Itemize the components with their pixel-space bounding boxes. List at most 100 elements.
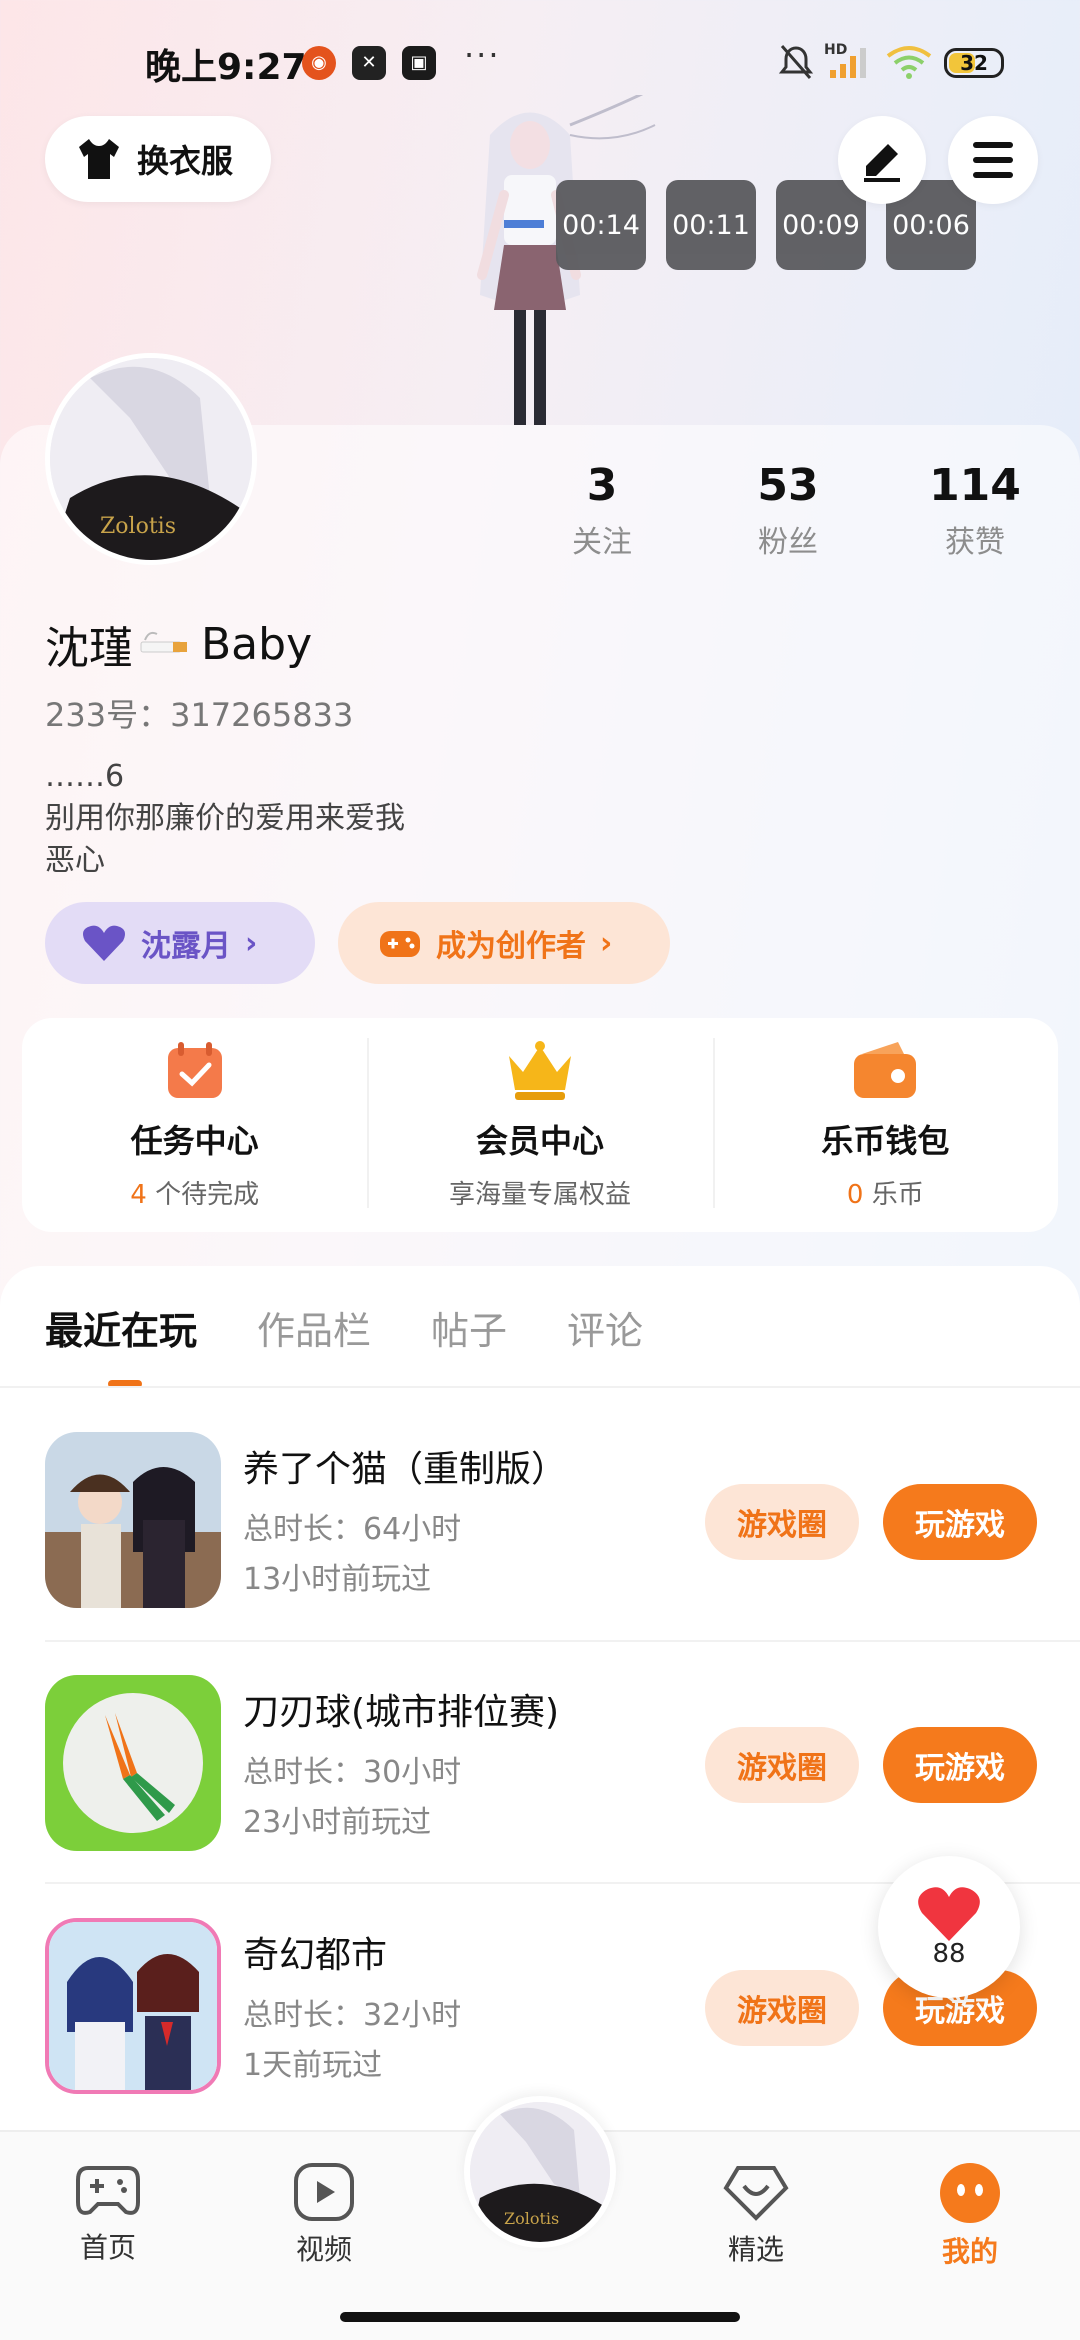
heart-icon xyxy=(918,1887,980,1941)
nav-home[interactable]: 首页 xyxy=(48,2162,168,2266)
game-title: 养了个猫（重制版） xyxy=(243,1449,568,1490)
game-last-played: 1天前玩过 xyxy=(243,2048,383,2083)
username-suffix: Baby xyxy=(201,618,313,670)
gamepad-icon xyxy=(380,931,420,957)
coin-balance: 0 xyxy=(846,1180,864,1210)
wifi-icon xyxy=(886,46,932,79)
battery-indicator: 32 xyxy=(944,48,1004,78)
nav-video[interactable]: 视频 xyxy=(264,2162,384,2268)
game-row[interactable]: 刀刃球(城市排位赛) 总时长：30小时 23小时前玩过 游戏圈 玩游戏 xyxy=(45,1675,1037,1855)
menu-button[interactable] xyxy=(948,116,1038,204)
pending-count: 4 xyxy=(130,1180,147,1210)
become-creator-label: 成为创作者 xyxy=(436,929,586,964)
quick-sub: 乐币 xyxy=(871,1180,924,1210)
status-time: 晚上9:27 xyxy=(145,47,307,88)
quick-title: 会员中心 xyxy=(475,1122,604,1160)
quick-title: 乐币钱包 xyxy=(821,1122,950,1160)
game-duration: 总时长：32小时 xyxy=(243,1998,462,2033)
more-notifications-icon: ··· xyxy=(464,36,501,74)
chevron-right-icon: › xyxy=(600,925,613,961)
signal-icon xyxy=(830,48,866,78)
become-creator-button[interactable]: 成为创作者 › xyxy=(338,902,670,984)
shirt-icon xyxy=(79,139,119,179)
center-avatar-button[interactable]: Zolotis xyxy=(464,2096,616,2248)
play-icon xyxy=(294,2163,354,2221)
nav-label: 精选 xyxy=(727,2233,784,2266)
stat-likes[interactable]: 114 获赞 xyxy=(905,460,1045,561)
avatar[interactable]: Zolotis xyxy=(45,353,257,565)
play-game-button[interactable]: 玩游戏 xyxy=(883,1484,1037,1560)
game-title: 刀刃球(城市排位赛) xyxy=(243,1692,560,1733)
chevron-right-icon: › xyxy=(245,925,258,961)
pen-icon xyxy=(864,144,900,182)
bio-line: 恶心 xyxy=(45,843,105,878)
divider xyxy=(0,1386,1080,1388)
cigarette-emoji-icon xyxy=(140,631,187,653)
stat-followers[interactable]: 53 粉丝 xyxy=(718,460,858,561)
heart-diamond-icon xyxy=(723,2166,789,2221)
svg-text:Zolotis: Zolotis xyxy=(504,2209,559,2228)
notification-app-icon: ◉ xyxy=(302,46,336,80)
nav-label: 我的 xyxy=(941,2235,998,2268)
nav-mine[interactable]: 我的 xyxy=(910,2162,1030,2270)
tab-recent[interactable]: 最近在玩 xyxy=(45,1300,197,1355)
change-outfit-button[interactable]: 换衣服 xyxy=(45,116,271,202)
game-circle-button[interactable]: 游戏圈 xyxy=(705,1970,859,2046)
nav-label: 视频 xyxy=(295,2233,352,2266)
floating-like-button[interactable]: 88 xyxy=(878,1856,1020,1998)
wallet-icon xyxy=(854,1042,917,1098)
wallet-entry[interactable]: 乐币钱包 0 乐币 xyxy=(712,1018,1058,1232)
tab-posts[interactable]: 帖子 xyxy=(431,1300,507,1355)
stat-label: 关注 xyxy=(572,525,632,560)
task-center-entry[interactable]: 任务中心 4 个待完成 xyxy=(22,1018,367,1232)
game-duration: 总时长：64小时 xyxy=(243,1512,462,1547)
change-outfit-label: 换衣服 xyxy=(137,142,234,180)
stat-value: 114 xyxy=(929,460,1021,511)
stat-value: 53 xyxy=(757,460,819,511)
timer-badge: 00:11 xyxy=(666,180,756,270)
bio-line: ……6 xyxy=(45,759,125,794)
like-count: 88 xyxy=(932,1939,966,1969)
stat-label: 获赞 xyxy=(945,525,1005,560)
game-thumbnail xyxy=(45,1675,221,1851)
nav-label: 首页 xyxy=(79,2231,136,2264)
partner-pill[interactable]: 沈露月 › xyxy=(45,902,315,984)
nav-featured[interactable]: 精选 xyxy=(696,2162,816,2268)
game-thumbnail xyxy=(45,1918,221,2094)
tab-works[interactable]: 作品栏 xyxy=(257,1300,371,1355)
partner-label: 沈露月 xyxy=(141,929,231,964)
timer-badge: 00:14 xyxy=(556,180,646,270)
bio: ……6 别用你那廉价的爱用来爱我 恶心 xyxy=(45,756,405,882)
quick-title: 任务中心 xyxy=(130,1122,259,1160)
edit-profile-button[interactable] xyxy=(838,116,926,204)
calendar-check-icon xyxy=(167,1042,222,1098)
quick-sub: 个待完成 xyxy=(155,1180,260,1210)
heart-icon xyxy=(83,925,125,961)
profile-face-icon xyxy=(940,2163,1000,2223)
username-prefix: 沈瑾 xyxy=(45,623,133,674)
avatar: Zolotis xyxy=(470,2102,610,2242)
quick-sub: 享海量专属权益 xyxy=(448,1180,631,1210)
game-title: 奇幻都市 xyxy=(243,1935,388,1976)
user-id: 233号：317265833 xyxy=(45,696,354,734)
game-last-played: 23小时前玩过 xyxy=(243,1805,432,1840)
home-indicator[interactable] xyxy=(340,2312,740,2322)
stat-value: 3 xyxy=(586,460,618,511)
stat-label: 粉丝 xyxy=(758,525,818,560)
play-game-button[interactable]: 玩游戏 xyxy=(883,1727,1037,1803)
game-circle-button[interactable]: 游戏圈 xyxy=(705,1484,859,1560)
game-circle-button[interactable]: 游戏圈 xyxy=(705,1727,859,1803)
mute-icon xyxy=(778,45,814,79)
game-row[interactable]: 养了个猫（重制版） 总时长：64小时 13小时前玩过 游戏圈 玩游戏 xyxy=(45,1432,1037,1612)
divider xyxy=(45,1640,1080,1642)
tab-comments[interactable]: 评论 xyxy=(567,1300,643,1355)
stat-following[interactable]: 3 关注 xyxy=(532,460,672,561)
svg-text:Zolotis: Zolotis xyxy=(100,514,176,539)
notification-app-icon: ▣ xyxy=(402,46,436,80)
quick-access-panel: 任务中心 4 个待完成 会员中心 享海量专属权益 乐币钱包 0 乐币 xyxy=(22,1018,1058,1232)
gamepad-icon xyxy=(76,2166,140,2215)
vip-center-entry[interactable]: 会员中心 享海量专属权益 xyxy=(367,1018,712,1232)
game-last-played: 13小时前玩过 xyxy=(243,1562,432,1597)
menu-icon xyxy=(973,142,1013,178)
notification-app-icon: ✕ xyxy=(352,46,386,80)
